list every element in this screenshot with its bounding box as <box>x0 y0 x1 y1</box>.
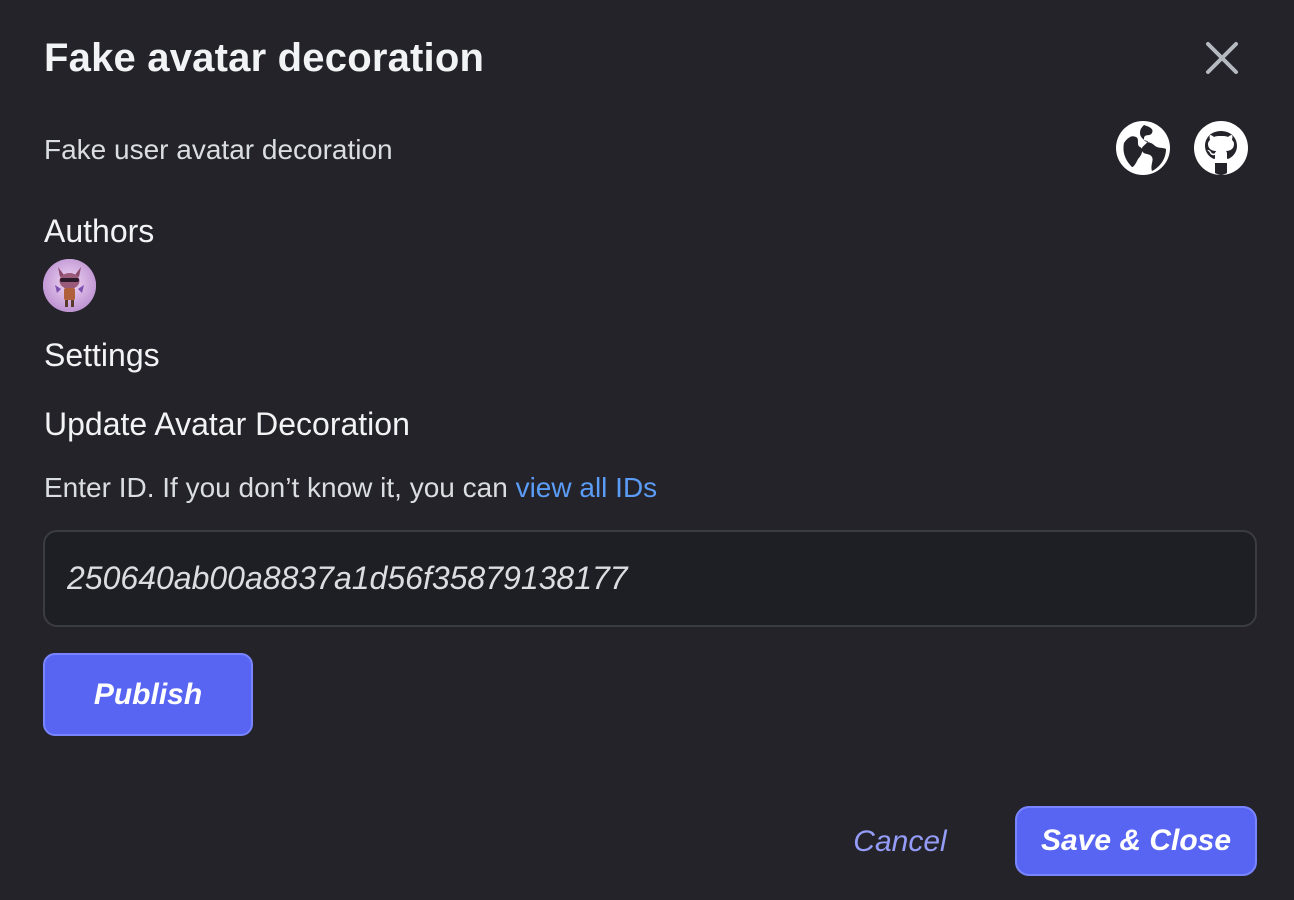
website-link[interactable] <box>1114 119 1172 177</box>
save-close-button[interactable]: Save & Close <box>1015 806 1257 876</box>
publish-button[interactable]: Publish <box>43 653 253 736</box>
plugin-links <box>1114 119 1250 177</box>
modal-title: Fake avatar decoration <box>44 36 485 80</box>
authors-heading: Authors <box>44 213 155 249</box>
decoration-id-input[interactable] <box>43 530 1257 627</box>
globe-icon <box>1116 121 1170 175</box>
view-all-ids-link[interactable]: view all IDs <box>516 472 658 503</box>
update-decoration-title: Update Avatar Decoration <box>44 406 410 442</box>
plugin-modal: Fake avatar decoration Fake user avatar … <box>0 0 1294 900</box>
close-icon <box>1206 42 1238 74</box>
cancel-button[interactable]: Cancel <box>840 812 960 872</box>
github-link[interactable] <box>1192 119 1250 177</box>
avatar-image <box>43 259 96 312</box>
author-avatar[interactable] <box>43 259 96 312</box>
close-button[interactable] <box>1198 34 1246 82</box>
id-hint-text: Enter ID. If you don’t know it, you can <box>44 472 516 503</box>
plugin-description: Fake user avatar decoration <box>44 134 393 165</box>
settings-heading: Settings <box>44 337 160 373</box>
github-icon <box>1194 121 1248 175</box>
id-hint: Enter ID. If you don’t know it, you can … <box>44 472 657 504</box>
